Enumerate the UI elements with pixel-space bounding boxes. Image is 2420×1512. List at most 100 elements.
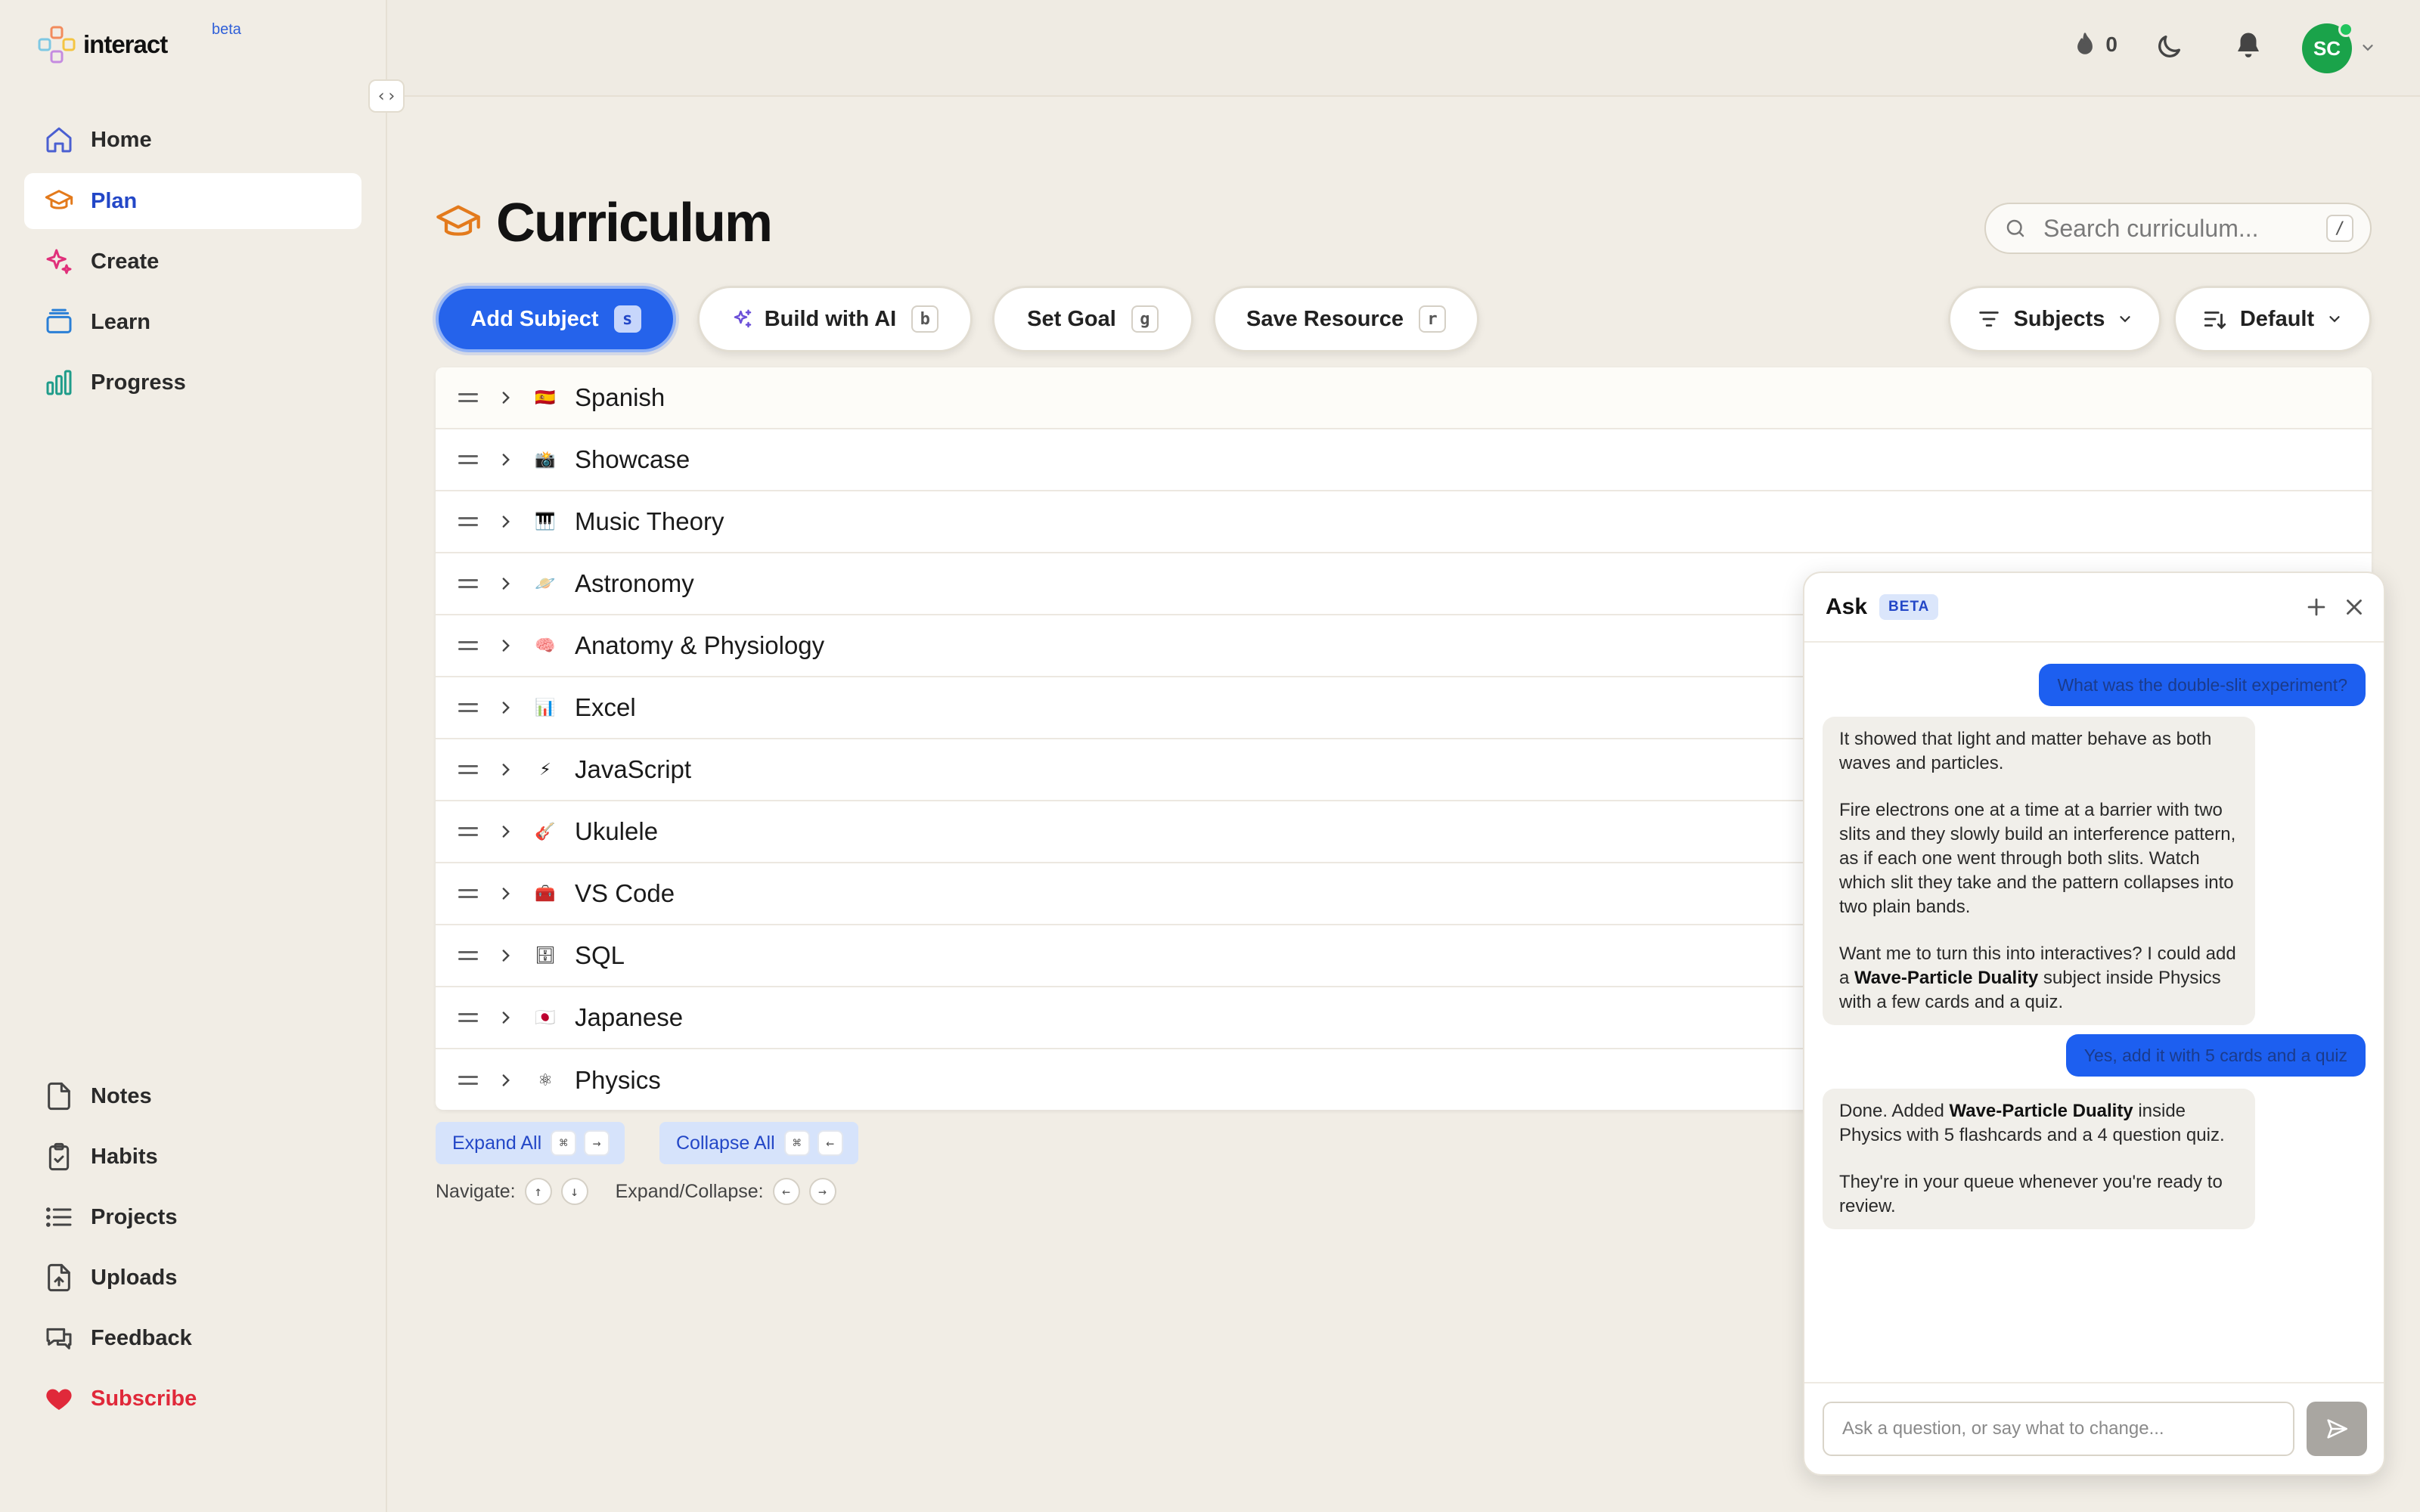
sidebar-item-label: Feedback bbox=[91, 1325, 192, 1350]
sidebar-item-uploads[interactable]: Uploads bbox=[24, 1250, 361, 1306]
sidebar-item-projects[interactable]: Projects bbox=[24, 1189, 361, 1245]
sidebar-item-label: Plan bbox=[91, 188, 138, 213]
build-with-ai-button[interactable]: Build with AI b bbox=[697, 286, 973, 352]
send-button[interactable] bbox=[2307, 1402, 2367, 1456]
drag-handle-icon[interactable] bbox=[458, 824, 478, 839]
drag-handle-icon[interactable] bbox=[458, 452, 478, 467]
user-message: Yes, add it with 5 cards and a quiz bbox=[2065, 1034, 2366, 1077]
chat-bubbles-icon bbox=[41, 1320, 77, 1356]
cmd-key: ⌘ bbox=[551, 1130, 577, 1156]
drag-handle-icon[interactable] bbox=[458, 514, 478, 529]
sidebar-item-habits[interactable]: Habits bbox=[24, 1129, 361, 1185]
interact-logo-icon bbox=[38, 26, 76, 64]
cmd-key: ⌘ bbox=[783, 1130, 810, 1156]
chevron-right-icon[interactable] bbox=[496, 574, 516, 593]
app-logo[interactable]: interact beta bbox=[38, 21, 241, 64]
chevron-right-icon[interactable] bbox=[496, 698, 516, 717]
ask-panel-title: Ask bbox=[1826, 594, 1868, 619]
app-name: interact bbox=[83, 30, 168, 58]
chevron-down-icon bbox=[2120, 316, 2131, 323]
subject-emoji-icon: 🎸 bbox=[535, 822, 556, 841]
button-label: Expand All bbox=[452, 1132, 542, 1154]
app-beta-badge: beta bbox=[212, 21, 241, 38]
chevron-right-icon[interactable] bbox=[496, 946, 516, 965]
subject-name: Excel bbox=[575, 693, 636, 721]
upload-file-icon bbox=[41, 1259, 77, 1296]
shortcut-key: g bbox=[1131, 305, 1159, 333]
close-icon[interactable] bbox=[2341, 594, 2367, 620]
chevron-right-icon[interactable] bbox=[496, 822, 516, 841]
chevron-down-icon[interactable] bbox=[2360, 39, 2376, 56]
subject-emoji-icon: ⚡ bbox=[539, 760, 551, 779]
sidebar-item-label: Subscribe bbox=[91, 1386, 197, 1411]
sidebar-item-label: Progress bbox=[91, 370, 186, 395]
drag-handle-icon[interactable] bbox=[458, 638, 478, 653]
dark-mode-toggle-icon[interactable] bbox=[2154, 32, 2184, 62]
drag-handle-icon[interactable] bbox=[458, 948, 478, 963]
ask-input[interactable] bbox=[1823, 1402, 2294, 1456]
chevron-right-icon[interactable] bbox=[496, 884, 516, 903]
sidebar-item-feedback[interactable]: Feedback bbox=[24, 1310, 361, 1366]
dropdown-label: Default bbox=[2239, 306, 2315, 331]
button-label: Add Subject bbox=[470, 306, 599, 331]
chevron-right-icon[interactable] bbox=[496, 512, 516, 531]
subject-row-music-theory[interactable]: 🎹 Music Theory bbox=[436, 491, 2372, 553]
up-arrow-key: ↑ bbox=[524, 1178, 552, 1205]
subject-emoji-icon: 🧰 bbox=[535, 884, 556, 903]
drag-handle-icon[interactable] bbox=[458, 390, 478, 405]
streak-counter[interactable]: 0 bbox=[2072, 32, 2118, 57]
chevron-right-icon[interactable] bbox=[496, 1008, 516, 1027]
subject-emoji-icon: 🧠 bbox=[535, 636, 556, 655]
sidebar-item-subscribe[interactable]: Subscribe bbox=[24, 1371, 361, 1427]
sidebar-item-create[interactable]: Create bbox=[24, 234, 361, 290]
beta-badge: BETA bbox=[1879, 594, 1939, 620]
dropdown-label: Subjects bbox=[2013, 306, 2105, 331]
left-arrow-key: ← bbox=[772, 1178, 800, 1205]
sort-dropdown[interactable]: Default bbox=[2173, 286, 2372, 352]
sidebar-item-home[interactable]: Home bbox=[24, 112, 361, 168]
shortcut-key: s bbox=[613, 305, 641, 333]
curriculum-search[interactable]: / bbox=[1984, 203, 2372, 254]
drag-handle-icon[interactable] bbox=[458, 886, 478, 901]
avatar-initials: SC bbox=[2313, 36, 2341, 60]
sidebar-item-progress[interactable]: Progress bbox=[24, 355, 361, 411]
heart-icon bbox=[41, 1380, 77, 1417]
chevron-right-icon[interactable] bbox=[496, 450, 516, 469]
chevron-right-icon[interactable] bbox=[496, 760, 516, 779]
set-goal-button[interactable]: Set Goal g bbox=[992, 286, 1193, 352]
bar-chart-icon bbox=[41, 364, 77, 401]
button-label: Save Resource bbox=[1246, 306, 1404, 331]
chevron-right-icon[interactable] bbox=[496, 636, 516, 655]
new-chat-plus-icon[interactable] bbox=[2304, 594, 2329, 620]
drag-handle-icon[interactable] bbox=[458, 700, 478, 715]
ask-input-divider bbox=[1804, 1382, 2384, 1383]
sidebar-item-label: Create bbox=[91, 249, 160, 274]
expand-all-button[interactable]: Expand All ⌘ → bbox=[436, 1122, 625, 1164]
sidebar-collapse-button[interactable]: ‹› bbox=[368, 79, 405, 113]
drag-handle-icon[interactable] bbox=[458, 762, 478, 777]
sidebar-item-notes[interactable]: Notes bbox=[24, 1068, 361, 1124]
sidebar-item-plan[interactable]: Plan bbox=[24, 173, 361, 229]
search-input[interactable] bbox=[2043, 214, 2316, 243]
drag-handle-icon[interactable] bbox=[458, 1073, 478, 1088]
online-status-dot bbox=[2338, 22, 2353, 37]
subject-name-bold: Wave-Particle Duality bbox=[1949, 1101, 2133, 1121]
sidebar-item-learn[interactable]: Learn bbox=[24, 294, 361, 350]
shortcut-key: b bbox=[911, 305, 939, 333]
notifications-bell-icon[interactable] bbox=[2232, 30, 2264, 62]
chevron-right-icon[interactable] bbox=[496, 1070, 516, 1090]
add-subject-button[interactable]: Add Subject s bbox=[436, 286, 676, 352]
drag-handle-icon[interactable] bbox=[458, 576, 478, 591]
drag-handle-icon[interactable] bbox=[458, 1010, 478, 1025]
down-arrow-key: ↓ bbox=[560, 1178, 588, 1205]
right-arrow-key: → bbox=[808, 1178, 836, 1205]
expand-collapse-hint-label: Expand/Collapse: bbox=[615, 1180, 764, 1202]
subject-name: VS Code bbox=[575, 879, 675, 907]
graduation-cap-icon bbox=[436, 205, 480, 236]
save-resource-button[interactable]: Save Resource r bbox=[1213, 286, 1479, 352]
subjects-filter-dropdown[interactable]: Subjects bbox=[1948, 286, 2161, 352]
chevron-right-icon[interactable] bbox=[496, 388, 516, 407]
subject-row-showcase[interactable]: 📸 Showcase bbox=[436, 429, 2372, 491]
subject-row-spanish[interactable]: 🇪🇸 Spanish bbox=[436, 367, 2372, 429]
collapse-all-button[interactable]: Collapse All ⌘ ← bbox=[659, 1122, 858, 1164]
